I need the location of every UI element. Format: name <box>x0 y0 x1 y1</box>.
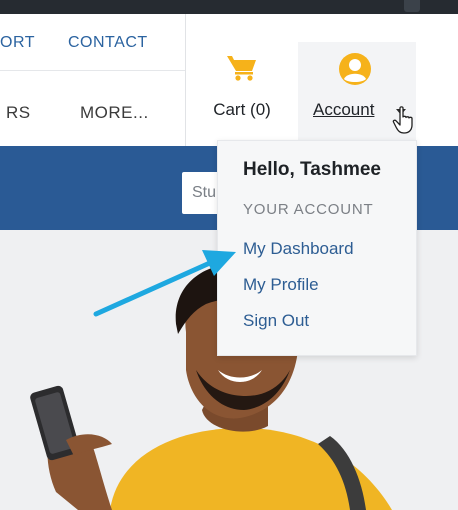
cart-button[interactable]: Cart (0) <box>186 14 298 146</box>
account-label: Account <box>313 100 375 119</box>
account-dropdown-menu: Hello, Tashmee YOUR ACCOUNT My Dashboard… <box>217 140 417 356</box>
top-bar-control[interactable] <box>404 0 420 12</box>
nav-more-link[interactable]: MORE... <box>80 103 149 123</box>
nav-support-link[interactable]: ORT <box>0 34 35 52</box>
hand-cursor-icon <box>392 106 413 134</box>
menu-item-sign-out[interactable]: Sign Out <box>243 311 309 331</box>
menu-item-my-dashboard[interactable]: My Dashboard <box>243 239 354 259</box>
nav-contact-link[interactable]: CONTACT <box>68 34 148 52</box>
nav-partial-link[interactable]: RS <box>6 103 31 123</box>
account-circle-icon <box>339 53 371 85</box>
page: ORT CONTACT RS MORE... Cart (0) Account … <box>0 0 458 510</box>
search-input-text: Stu <box>192 184 217 201</box>
cart-label: Cart (0) <box>213 100 271 119</box>
nav-top-row: ORT CONTACT <box>0 14 185 71</box>
cart-icon <box>227 56 256 81</box>
nav-bottom-row: RS MORE... <box>0 71 185 146</box>
dropdown-section-title: YOUR ACCOUNT <box>243 201 374 218</box>
top-bar <box>0 0 458 14</box>
menu-item-my-profile[interactable]: My Profile <box>243 275 319 295</box>
dropdown-greeting: Hello, Tashmee <box>243 159 381 180</box>
